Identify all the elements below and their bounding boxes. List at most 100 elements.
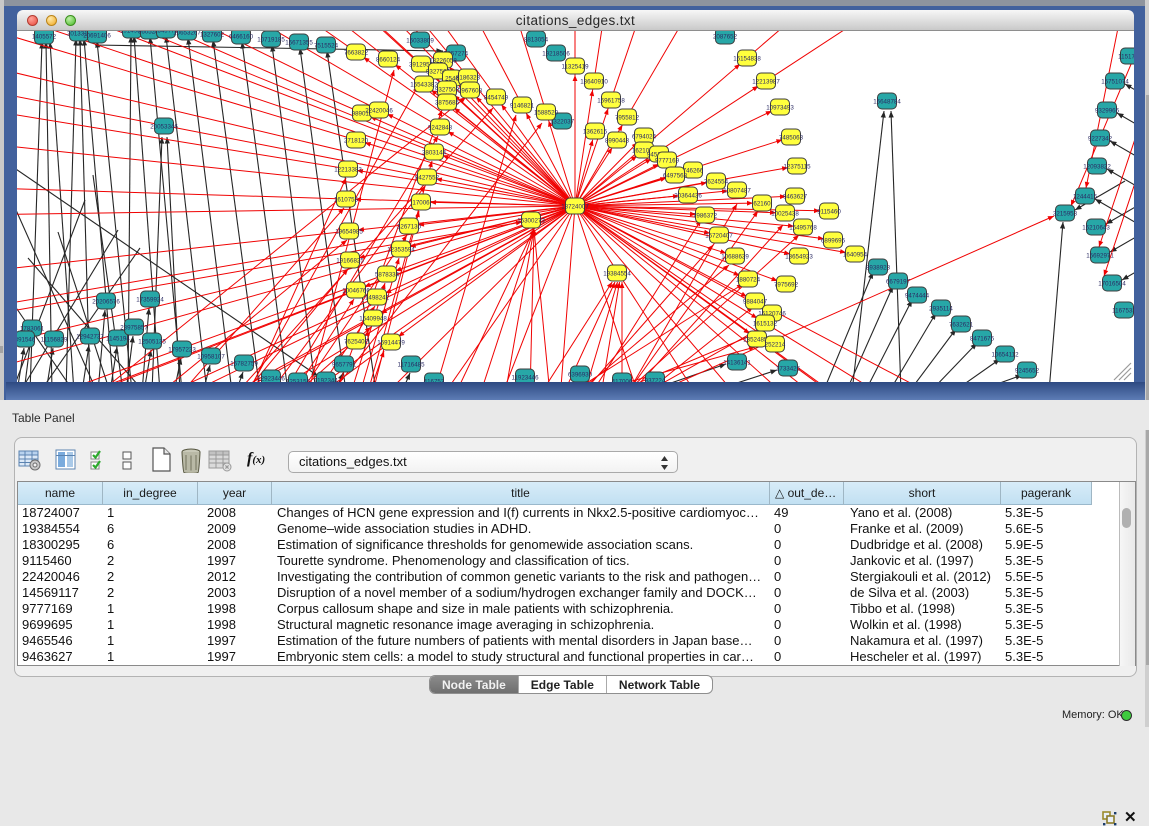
svg-text:1362615: 1362615 — [583, 129, 608, 136]
svg-text:15692971: 15692971 — [1086, 253, 1114, 260]
svg-text:7485063: 7485063 — [779, 135, 804, 142]
svg-text:1145194: 1145194 — [106, 336, 130, 343]
svg-text:417006: 417006 — [612, 379, 633, 382]
svg-text:15720407: 15720407 — [705, 233, 733, 240]
svg-text:15409948: 15409948 — [359, 316, 387, 323]
svg-text:2718120: 2718120 — [344, 138, 369, 145]
svg-text:9327508: 9327508 — [435, 87, 460, 94]
svg-text:10719185: 10719185 — [257, 37, 285, 44]
svg-text:252214: 252214 — [765, 342, 786, 349]
svg-text:1588520: 1588520 — [534, 110, 559, 117]
svg-text:9227342: 9227342 — [1088, 136, 1113, 143]
svg-text:20053346: 20053346 — [150, 124, 178, 131]
svg-text:12375115: 12375115 — [783, 164, 811, 171]
svg-text:15300273: 15300273 — [517, 218, 545, 225]
svg-text:1640954: 1640954 — [843, 252, 868, 259]
svg-text:10046766: 10046766 — [342, 288, 370, 295]
svg-text:10654112: 10654112 — [991, 352, 1019, 359]
svg-text:1244415: 1244415 — [1073, 194, 1098, 201]
svg-text:16782759: 16782759 — [230, 361, 258, 368]
svg-text:9146821: 9146821 — [510, 103, 535, 110]
svg-text:9242848: 9242848 — [428, 125, 453, 132]
svg-text:2803144: 2803144 — [422, 150, 447, 157]
svg-text:10653267: 10653267 — [173, 31, 201, 37]
svg-text:10025438: 10025438 — [771, 211, 799, 218]
svg-text:10973493: 10973493 — [766, 105, 794, 112]
svg-text:12942737: 12942737 — [76, 334, 104, 341]
svg-text:1615132: 1615132 — [753, 321, 778, 328]
svg-text:10958107: 10958107 — [197, 354, 225, 361]
svg-text:9474444: 9474444 — [905, 293, 930, 300]
svg-text:12505135: 12505135 — [138, 339, 166, 346]
svg-text:9657791: 9657791 — [332, 362, 357, 369]
svg-text:16961758: 16961758 — [597, 98, 625, 105]
svg-text:8660124: 8660124 — [376, 57, 401, 64]
svg-text:1327602: 1327602 — [200, 32, 225, 39]
svg-text:2087652: 2087652 — [713, 34, 738, 41]
svg-text:3624554: 3624554 — [704, 179, 729, 186]
svg-text:15495768: 15495768 — [789, 225, 817, 232]
svg-text:3215953: 3215953 — [1053, 211, 1078, 218]
svg-text:937224: 937224 — [645, 378, 666, 382]
svg-text:1253156: 1253156 — [286, 379, 311, 382]
svg-text:19384554: 19384554 — [603, 271, 631, 278]
svg-text:1167533: 1167533 — [1112, 308, 1134, 315]
svg-text:1192344: 1192344 — [314, 378, 338, 382]
svg-text:11923446: 11923446 — [511, 375, 539, 382]
svg-text:6794024: 6794024 — [632, 134, 657, 141]
svg-text:1151734: 1151734 — [1118, 54, 1134, 61]
svg-text:11156829: 11156829 — [41, 337, 68, 344]
svg-text:1498242: 1498242 — [365, 295, 390, 302]
svg-text:14136141: 14136141 — [723, 360, 751, 367]
svg-text:7625402: 7625402 — [344, 339, 369, 346]
svg-text:17016504: 17016504 — [1098, 281, 1126, 288]
svg-text:8813054: 8813054 — [524, 37, 549, 44]
svg-text:8471676: 8471676 — [970, 336, 995, 343]
svg-text:16210643: 16210643 — [1082, 225, 1110, 232]
svg-text:19166825: 19166825 — [336, 258, 364, 265]
svg-text:16914479: 16914479 — [377, 340, 405, 347]
svg-text:12213383: 12213383 — [334, 167, 362, 174]
svg-text:2935114: 2935114 — [929, 306, 953, 313]
svg-text:12923446: 12923446 — [257, 376, 285, 382]
svg-text:7955812: 7955812 — [615, 115, 640, 122]
svg-text:1880724: 1880724 — [736, 277, 761, 284]
svg-text:62160: 62160 — [753, 201, 771, 208]
svg-text:19654985: 19654985 — [335, 229, 363, 236]
svg-text:6396930: 6396930 — [568, 372, 593, 379]
svg-text:8186323: 8186323 — [456, 75, 481, 82]
svg-text:6679197: 6679197 — [886, 279, 911, 286]
svg-text:1733426: 1733426 — [776, 366, 801, 373]
svg-text:10807487: 10807487 — [723, 188, 751, 195]
svg-text:9884047: 9884047 — [743, 299, 768, 306]
svg-text:8938923: 8938923 — [866, 265, 891, 272]
svg-text:16033809: 16033809 — [406, 38, 434, 45]
svg-text:11716485: 11716485 — [397, 362, 425, 369]
svg-text:8454749: 8454749 — [484, 95, 509, 102]
svg-text:16648784: 16648784 — [873, 99, 901, 106]
svg-text:12093822: 12093822 — [1083, 164, 1111, 171]
svg-text:22420046: 22420046 — [365, 108, 393, 115]
svg-text:6497568: 6497568 — [663, 173, 688, 180]
svg-text:17359924: 17359924 — [136, 297, 164, 304]
svg-text:3875685: 3875685 — [435, 100, 460, 107]
svg-text:7975692: 7975692 — [774, 282, 799, 289]
svg-text:416753: 416753 — [424, 379, 445, 382]
svg-text:15751074: 15751074 — [1101, 79, 1129, 86]
svg-text:16671355: 16671355 — [285, 40, 313, 47]
svg-text:9463627: 9463627 — [783, 194, 808, 201]
svg-text:23975857: 23975857 — [120, 325, 148, 332]
svg-text:20691406: 20691406 — [83, 33, 111, 40]
svg-text:7632621: 7632621 — [949, 322, 974, 329]
svg-text:20364436: 20364436 — [674, 193, 702, 200]
svg-text:12213987: 12213987 — [752, 79, 780, 86]
svg-text:5878334: 5878334 — [375, 272, 400, 279]
svg-text:18724007: 18724007 — [561, 204, 589, 211]
svg-text:17006: 17006 — [412, 200, 430, 207]
svg-text:12353594: 12353594 — [387, 247, 415, 254]
svg-text:1610755: 1610755 — [334, 197, 359, 204]
svg-text:8990443: 8990443 — [605, 138, 630, 145]
svg-text:20206576: 20206576 — [92, 299, 120, 306]
svg-text:7986372: 7986372 — [693, 213, 718, 220]
svg-text:18640910: 18640910 — [580, 79, 608, 86]
